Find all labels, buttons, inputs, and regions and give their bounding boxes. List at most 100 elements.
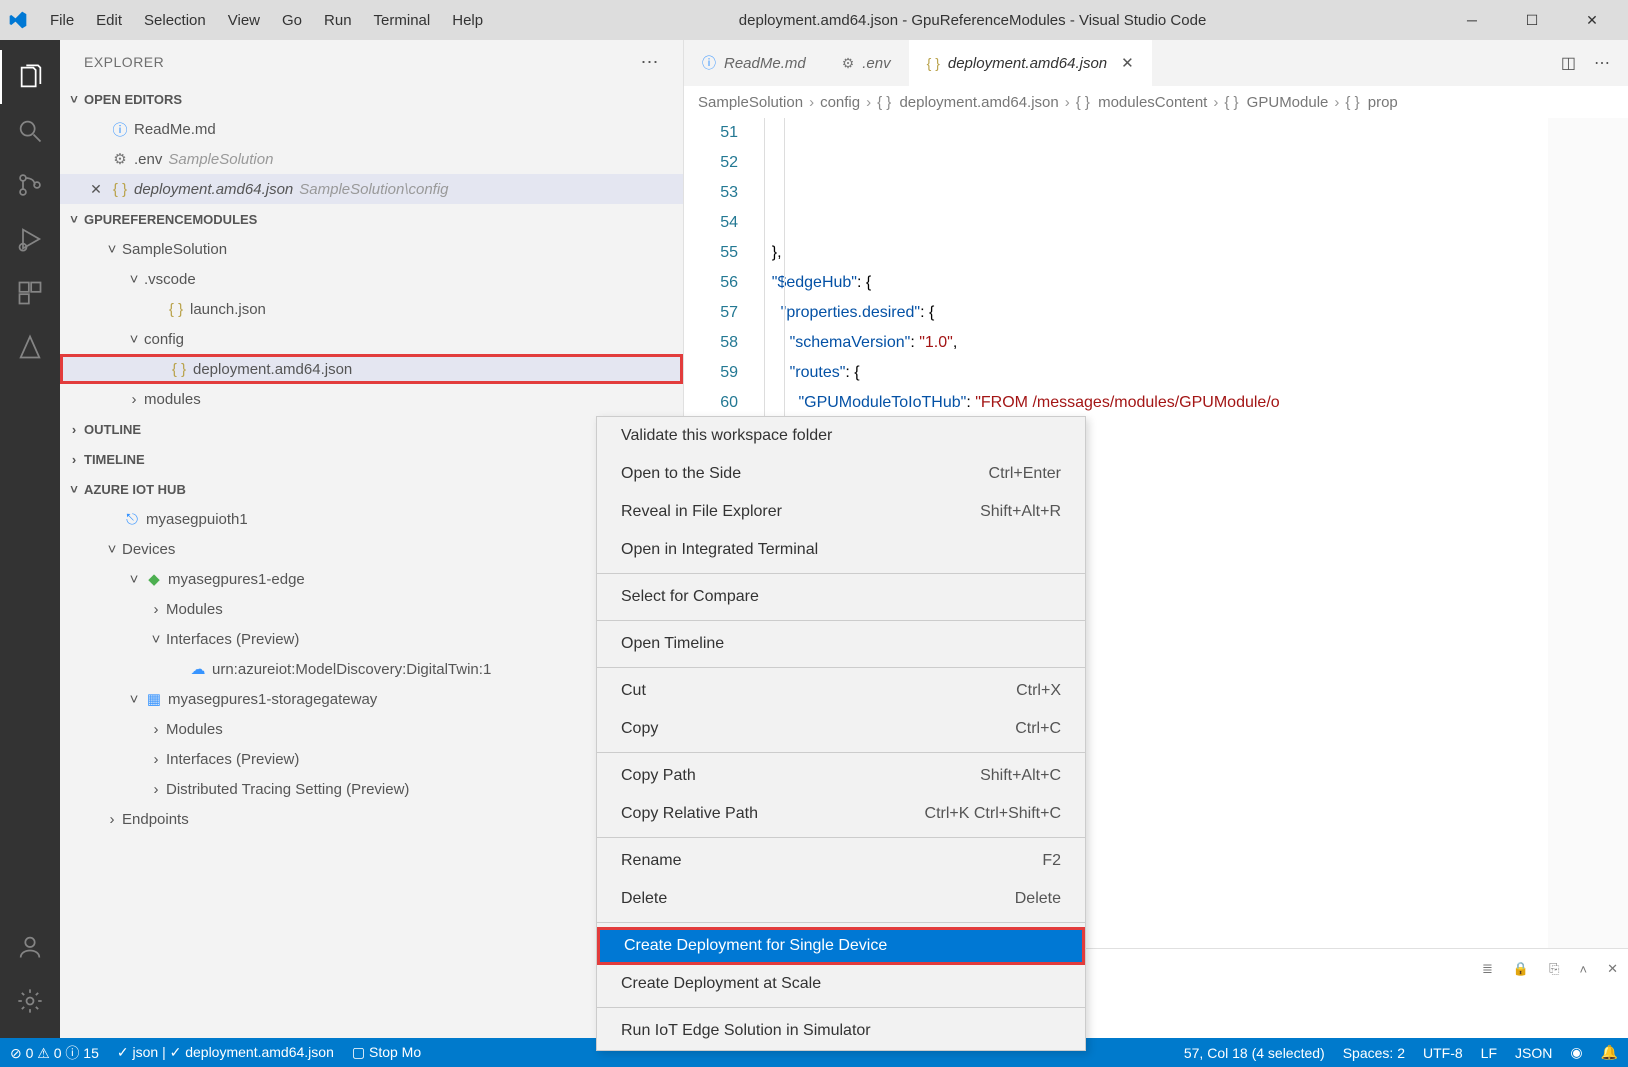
tree-item[interactable]: ☁urn:azureiot:ModelDiscovery:DigitalTwin… — [60, 654, 683, 684]
window-controls: ─ ☐ ✕ — [1452, 12, 1620, 29]
menu-help[interactable]: Help — [442, 6, 493, 35]
tree-item[interactable]: ˅.vscode — [60, 264, 683, 294]
status-item[interactable]: ⊘ 0 ⚠ 0 ⓘ 15 — [10, 1043, 99, 1063]
editor-tab[interactable]: { }deployment.amd64.json✕ — [909, 40, 1152, 86]
tree-item[interactable]: { }deployment.amd64.json — [60, 354, 683, 384]
context-menu-item[interactable]: Open Timeline — [597, 625, 1085, 663]
lock-icon[interactable]: 🔒 — [1513, 961, 1529, 977]
tree-item[interactable]: ˅SampleSolution — [60, 234, 683, 264]
context-menu-item[interactable]: Run IoT Edge Solution in Simulator — [597, 1012, 1085, 1050]
tree-item[interactable]: ›Distributed Tracing Setting (Preview) — [60, 774, 683, 804]
file-label: ReadMe.md — [134, 121, 216, 138]
status-item[interactable]: Spaces: 2 — [1343, 1044, 1405, 1061]
editor-tab[interactable]: ⚙.env — [824, 40, 909, 86]
menu-edit[interactable]: Edit — [86, 6, 132, 35]
run-debug-icon[interactable] — [0, 212, 60, 266]
tree-item[interactable]: ›Modules — [60, 594, 683, 624]
filter-icon[interactable]: ≣ — [1482, 961, 1493, 977]
menu-file[interactable]: File — [40, 6, 84, 35]
close-button[interactable]: ✕ — [1572, 12, 1612, 29]
status-item[interactable]: JSON — [1515, 1044, 1552, 1061]
clear-icon[interactable]: ⎘ — [1549, 961, 1559, 977]
ctx-shortcut: Shift+Alt+C — [980, 767, 1061, 785]
context-menu-item[interactable]: Reveal in File ExplorerShift+Alt+R — [597, 493, 1085, 531]
menu-terminal[interactable]: Terminal — [364, 6, 441, 35]
close-icon[interactable]: ✕ — [86, 181, 106, 198]
maximize-button[interactable]: ☐ — [1512, 12, 1552, 29]
minimize-button[interactable]: ─ — [1452, 12, 1492, 29]
context-menu-item[interactable]: Create Deployment at Scale — [597, 965, 1085, 1003]
workspace-header[interactable]: ˅ GPUREFERENCEMODULES — [60, 204, 683, 234]
context-menu-item[interactable]: Open in Integrated Terminal — [597, 531, 1085, 569]
context-menu-item[interactable]: Create Deployment for Single Device — [597, 927, 1085, 965]
open-editor-item[interactable]: ⚙.envSampleSolution — [60, 144, 683, 174]
context-menu-item[interactable]: Copy PathShift+Alt+C — [597, 757, 1085, 795]
status-item[interactable]: LF — [1481, 1044, 1497, 1061]
breadcrumb-item[interactable]: { } modulesContent — [1076, 94, 1208, 111]
menu-view[interactable]: View — [218, 6, 270, 35]
context-menu-item[interactable]: Validate this workspace folder — [597, 417, 1085, 455]
menu-go[interactable]: Go — [272, 6, 312, 35]
status-item[interactable]: 🔔 — [1601, 1044, 1618, 1061]
tree-item[interactable]: ˅Devices — [60, 534, 683, 564]
context-menu-item[interactable]: Select for Compare — [597, 578, 1085, 616]
ctx-label: Create Deployment at Scale — [621, 975, 821, 993]
azure-icon[interactable] — [0, 320, 60, 374]
open-editor-item[interactable]: ✕{ }deployment.amd64.jsonSampleSolution\… — [60, 174, 683, 204]
breadcrumb-item[interactable]: { } deployment.amd64.json — [877, 94, 1059, 111]
breadcrumb-item[interactable]: { } GPUModule — [1224, 94, 1328, 111]
explorer-more-icon[interactable]: ⋯ — [641, 52, 660, 73]
tree-label: deployment.amd64.json — [193, 361, 352, 378]
file-icon: ⓘ — [110, 119, 130, 140]
breadcrumb-item[interactable]: { } prop — [1345, 94, 1397, 111]
status-item[interactable]: UTF-8 — [1423, 1044, 1463, 1061]
explorer-icon[interactable] — [0, 50, 60, 104]
menu-selection[interactable]: Selection — [134, 6, 216, 35]
breadcrumb-item[interactable]: SampleSolution — [698, 94, 803, 111]
tree-item[interactable]: { }launch.json — [60, 294, 683, 324]
source-control-icon[interactable] — [0, 158, 60, 212]
tree-item[interactable]: ›modules — [60, 384, 683, 414]
tree-item[interactable]: ˅◆myasegpures1-edge — [60, 564, 683, 594]
outline-header[interactable]: › OUTLINE — [60, 414, 683, 444]
context-menu-item[interactable]: Open to the SideCtrl+Enter — [597, 455, 1085, 493]
extensions-icon[interactable] — [0, 266, 60, 320]
more-actions-icon[interactable]: ⋯ — [1594, 53, 1610, 73]
context-menu-item[interactable]: RenameF2 — [597, 842, 1085, 880]
status-item[interactable]: ◉ — [1570, 1044, 1582, 1061]
context-menu-item[interactable]: DeleteDelete — [597, 880, 1085, 918]
search-icon[interactable] — [0, 104, 60, 158]
tree-item[interactable]: ˅Interfaces (Preview) — [60, 624, 683, 654]
menu-run[interactable]: Run — [314, 6, 362, 35]
explorer-title: EXPLORER — [84, 54, 164, 70]
context-menu-item[interactable]: CopyCtrl+C — [597, 710, 1085, 748]
panel-chevron-up-icon[interactable]: ˄ — [1580, 962, 1588, 977]
tree-item[interactable]: ›Interfaces (Preview) — [60, 744, 683, 774]
breadcrumb-item[interactable]: config — [820, 94, 860, 111]
chevron-icon: › — [146, 601, 166, 618]
close-icon[interactable]: ✕ — [1121, 54, 1134, 72]
account-icon[interactable] — [0, 920, 60, 974]
chevron-icon: ˅ — [146, 631, 166, 648]
context-menu: Validate this workspace folderOpen to th… — [596, 416, 1086, 1051]
open-editors-header[interactable]: ˅ OPEN EDITORS — [60, 84, 683, 114]
iot-hub-header[interactable]: ˅ AZURE IOT HUB — [60, 474, 683, 504]
tree-item[interactable]: ›Modules — [60, 714, 683, 744]
minimap[interactable] — [1548, 118, 1628, 1038]
tree-item[interactable]: ˅config — [60, 324, 683, 354]
status-item[interactable]: 57, Col 18 (4 selected) — [1184, 1044, 1325, 1061]
status-item[interactable]: ✓ json | ✓ deployment.amd64.json — [117, 1043, 334, 1063]
open-editor-item[interactable]: ⓘReadMe.md — [60, 114, 683, 144]
editor-tab[interactable]: ⓘReadMe.md — [684, 40, 824, 86]
tree-item[interactable]: ˅▦myasegpures1-storagegateway — [60, 684, 683, 714]
context-menu-item[interactable]: CutCtrl+X — [597, 672, 1085, 710]
timeline-header[interactable]: › TIMELINE — [60, 444, 683, 474]
settings-gear-icon[interactable] — [0, 974, 60, 1028]
panel-close-icon[interactable]: ✕ — [1607, 961, 1618, 977]
breadcrumb[interactable]: SampleSolution›config›{ } deployment.amd… — [684, 86, 1628, 118]
tree-item[interactable]: ⎋myasegpuioth1 — [60, 504, 683, 534]
context-menu-item[interactable]: Copy Relative PathCtrl+K Ctrl+Shift+C — [597, 795, 1085, 833]
status-item[interactable]: ▢ Stop Mo — [352, 1043, 421, 1063]
tree-item[interactable]: ›Endpoints — [60, 804, 683, 834]
split-editor-icon[interactable]: ◫ — [1561, 53, 1576, 73]
